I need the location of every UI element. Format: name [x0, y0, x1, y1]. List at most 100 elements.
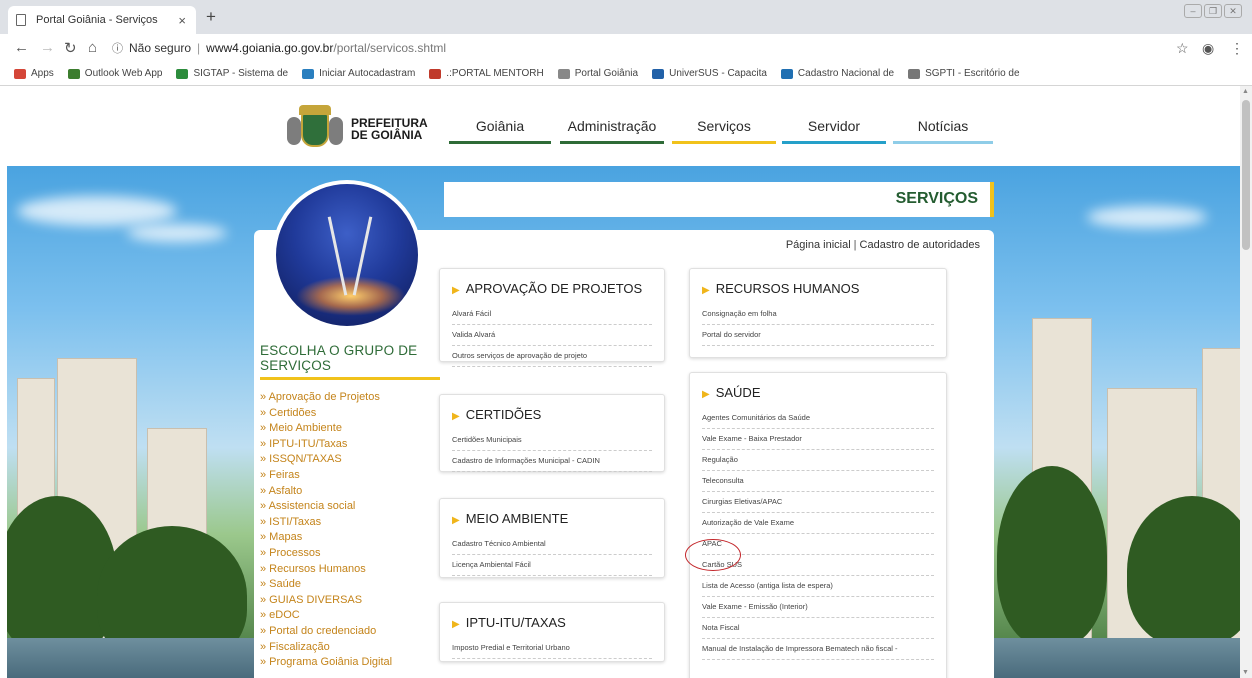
url-path: /portal/servicos.shtml: [333, 41, 447, 55]
forward-icon[interactable]: →: [40, 39, 55, 56]
service-link[interactable]: Autorização de Vale Exame: [702, 513, 934, 534]
page-icon: [16, 14, 26, 26]
info-icon[interactable]: ⓘ: [112, 40, 123, 56]
service-group-link[interactable]: » Portal do credenciado: [260, 624, 440, 640]
arrow-right-icon: ▶: [452, 515, 460, 526]
box-title: ▶ IPTU-ITU/TAXAS: [452, 615, 566, 630]
service-group-link[interactable]: » Recursos Humanos: [260, 562, 440, 578]
service-group-link[interactable]: » eDOC: [260, 608, 440, 624]
bookmark-item[interactable]: UniverSUS - Capacita: [652, 68, 767, 79]
bookmark-item[interactable]: Apps: [14, 68, 54, 79]
box-title: ▶ MEIO AMBIENTE: [452, 511, 569, 526]
service-group-link[interactable]: » Processos: [260, 546, 440, 562]
service-link[interactable]: Nota Fiscal: [702, 618, 934, 639]
link-home[interactable]: Página inicial: [786, 239, 851, 251]
service-group-link[interactable]: » ISSQN/TAXAS: [260, 452, 440, 468]
service-group-link[interactable]: » Fiscalização: [260, 640, 440, 656]
service-link[interactable]: Manual de Instalação de Impressora Bemat…: [702, 639, 934, 660]
service-link[interactable]: Agentes Comunitários da Saúde: [702, 408, 934, 429]
close-window-icon[interactable]: ✕: [1224, 4, 1242, 18]
prefeitura-logo[interactable]: PREFEITURA DE GOIÂNIA: [285, 104, 451, 154]
home-icon[interactable]: ⌂: [88, 39, 97, 56]
bookmark-label: SGPTI - Escritório de: [925, 68, 1020, 79]
minimize-icon[interactable]: –: [1184, 4, 1202, 18]
service-group-link[interactable]: » Saúde: [260, 577, 440, 593]
service-group-link[interactable]: » Assistencia social: [260, 499, 440, 515]
window-controls: – ❐ ✕: [1184, 4, 1242, 18]
service-link[interactable]: Vale Exame - Baixa Prestador: [702, 429, 934, 450]
crest-icon: [285, 105, 345, 153]
bookmark-item[interactable]: Portal Goiânia: [557, 68, 638, 79]
service-group-link[interactable]: » Programa Goiânia Digital: [260, 655, 440, 671]
service-link[interactable]: Vale Exame - Emissão (Interior): [702, 597, 934, 618]
nav-noticias[interactable]: Notícias: [893, 118, 993, 144]
service-link[interactable]: Lista de Acesso (antiga lista de espera): [702, 576, 934, 597]
service-link[interactable]: Outros serviços de aprovação de projeto: [452, 346, 652, 367]
service-link[interactable]: Alvará Fácil: [452, 304, 652, 325]
box-iptu: ▶ IPTU-ITU/TAXAS Imposto Predial e Territo…: [439, 602, 665, 662]
service-link[interactable]: Certidões Municipais: [452, 430, 652, 451]
link-authorities[interactable]: Cadastro de autoridades: [860, 239, 980, 251]
service-group-link[interactable]: » Asfalto: [260, 484, 440, 500]
bookmark-item[interactable]: SGPTI - Escritório de: [908, 68, 1020, 79]
browser-tab-bar: Portal Goiânia - Serviços × + – ❐ ✕: [0, 0, 1252, 34]
service-group-link[interactable]: » Aprovação de Projetos: [260, 390, 440, 406]
service-group-link[interactable]: » GUIAS DIVERSAS: [260, 593, 440, 609]
profile-icon[interactable]: ◉: [1202, 40, 1214, 57]
arrow-right-icon: ▶: [702, 389, 710, 400]
box-aprovacao: ▶ APROVAÇÃO DE PROJETOS Alvará Fácil Valida…: [439, 268, 665, 367]
service-link[interactable]: Licença Ambiental Fácil: [452, 555, 652, 576]
browser-tab[interactable]: Portal Goiânia - Serviços ×: [8, 6, 196, 34]
bookmark-item[interactable]: Cadastro Nacional de: [780, 68, 894, 79]
service-link[interactable]: Cadastro de Informações Municipal - CADI…: [452, 451, 652, 472]
back-icon[interactable]: ←: [14, 39, 29, 56]
service-group-link[interactable]: » Mapas: [260, 530, 440, 546]
service-groups-panel: ESCOLHA O GRUPO DE SERVIÇOS » Aprovação …: [260, 343, 440, 671]
nav-servidor[interactable]: Servidor: [782, 118, 886, 144]
nav-goiania[interactable]: Goiânia: [449, 118, 551, 144]
service-link[interactable]: Consignação em folha: [702, 304, 934, 325]
box-recursos-humanos: ▶ RECURSOS HUMANOS Consignação em folha Por…: [689, 268, 947, 358]
close-icon[interactable]: ×: [178, 13, 186, 28]
service-group-link[interactable]: » ISTI/Taxas: [260, 515, 440, 531]
service-groups-title: ESCOLHA O GRUPO DE SERVIÇOS: [260, 343, 440, 380]
service-group-link[interactable]: » Feiras: [260, 468, 440, 484]
service-group-link[interactable]: » Meio Ambiente: [260, 421, 440, 437]
scrollbar[interactable]: ▲ ▼: [1240, 86, 1252, 678]
service-link[interactable]: Cirurgias Eletivas/APAC: [702, 492, 934, 513]
service-group-link[interactable]: » IPTU-ITU/Taxas: [260, 437, 440, 453]
service-link[interactable]: Imposto Predial e Territorial Urbano: [452, 638, 652, 659]
url-host: www4.goiania.go.gov.br: [206, 41, 334, 55]
bookmark-item[interactable]: Iniciar Autocadastram: [302, 68, 415, 79]
address-bar[interactable]: ⓘ Não seguro | www4.goiania.go.gov.br /p…: [112, 38, 1172, 58]
scroll-up-icon[interactable]: ▲: [1242, 88, 1249, 95]
service-link[interactable]: Valida Alvará: [452, 325, 652, 346]
new-tab-button[interactable]: +: [206, 7, 216, 27]
service-link[interactable]: Regulação: [702, 450, 934, 471]
nav-servicos[interactable]: Serviços: [672, 118, 776, 144]
bookmark-item[interactable]: Outlook Web App: [67, 68, 162, 79]
service-link[interactable]: Cadastro Técnico Ambiental: [452, 534, 652, 555]
service-group-link[interactable]: » Certidões: [260, 406, 440, 422]
reload-icon[interactable]: ↻: [64, 39, 77, 57]
nav-administracao[interactable]: Administração: [560, 118, 664, 144]
box-meio-ambiente: ▶ MEIO AMBIENTE Cadastro Técnico Ambiental…: [439, 498, 665, 578]
site-header: PREFEITURA DE GOIÂNIA Goiânia Administra…: [0, 86, 1240, 166]
arrow-right-icon: ▶: [452, 285, 460, 296]
tab-title: Portal Goiânia - Serviços: [36, 14, 158, 26]
scrollbar-thumb[interactable]: [1242, 100, 1250, 250]
star-icon[interactable]: ☆: [1176, 40, 1189, 57]
top-links: Página inicial | Cadastro de autoridades: [785, 239, 980, 251]
arrow-right-icon: ▶: [452, 619, 460, 630]
bookmark-item[interactable]: .:PORTAL MENTORH: [429, 68, 544, 79]
bookmark-item[interactable]: SIGTAP - Sistema de: [176, 68, 288, 79]
bookmark-icon: [557, 68, 570, 79]
bookmark-label: Iniciar Autocadastram: [319, 68, 416, 79]
service-link[interactable]: Teleconsulta: [702, 471, 934, 492]
restore-icon[interactable]: ❐: [1204, 4, 1222, 18]
arrow-right-icon: ▶: [452, 411, 460, 422]
service-link[interactable]: Portal do servidor: [702, 325, 934, 346]
menu-icon[interactable]: ⋮: [1230, 40, 1244, 57]
scroll-down-icon[interactable]: ▼: [1242, 669, 1249, 676]
bookmark-icon: [429, 68, 442, 79]
